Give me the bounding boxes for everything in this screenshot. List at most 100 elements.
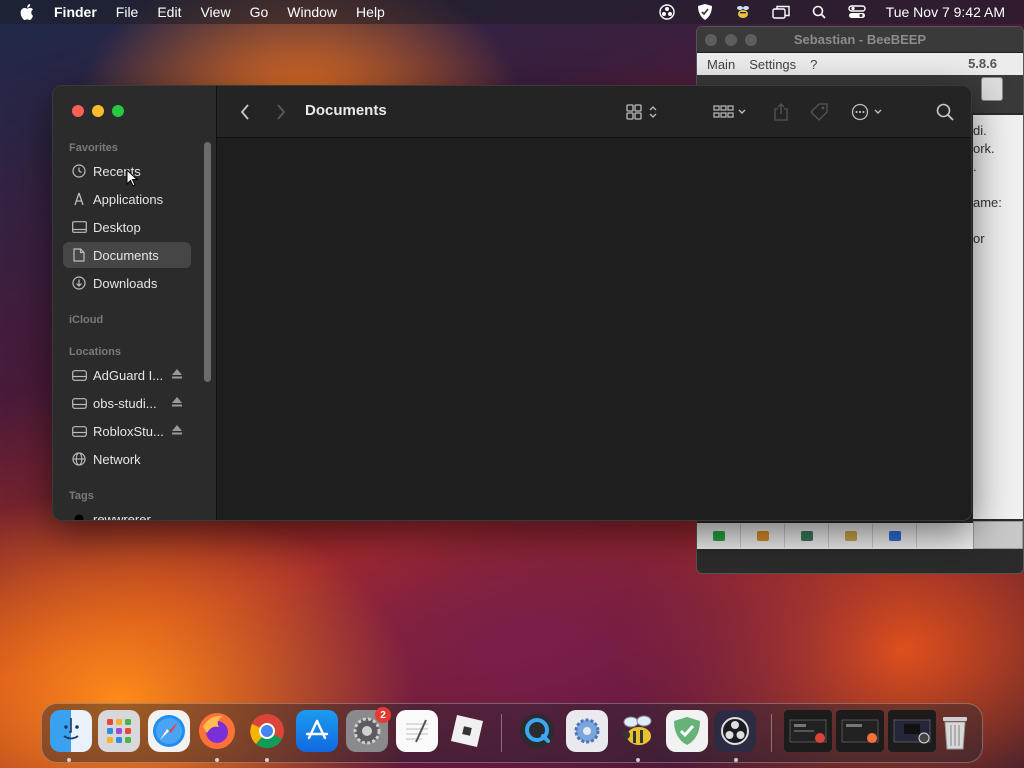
sidebar-item-downloads[interactable]: Downloads: [63, 270, 191, 296]
safari-icon[interactable]: [148, 710, 190, 752]
control-center-icon[interactable]: [847, 3, 866, 21]
obs-icon[interactable]: [658, 3, 676, 21]
menu-edit[interactable]: Edit: [157, 4, 181, 20]
beebeep-chat-line: di.: [973, 123, 987, 138]
tag-dot-icon: [71, 511, 87, 520]
beebeep-groups-tab[interactable]: [785, 524, 829, 548]
sidebar-item-label: Downloads: [93, 275, 158, 291]
sidebar-item-roblox-volume[interactable]: RobloxStu...: [63, 418, 191, 444]
group-by-icon[interactable]: [711, 102, 751, 122]
beebeep-menu-settings[interactable]: Settings: [749, 57, 796, 72]
sidebar-item-tag[interactable]: rewwrerer: [63, 506, 191, 521]
beebeep-chat-line: or: [973, 231, 985, 246]
more-actions-icon[interactable]: [849, 102, 889, 122]
sidebar-item-label: Network: [93, 451, 141, 467]
tag-icon[interactable]: [807, 102, 831, 122]
sidebar-item-applications[interactable]: Applications: [63, 186, 191, 212]
mouse-cursor-icon: [126, 169, 138, 187]
download-icon: [71, 275, 87, 291]
sidebar-item-label: obs-studi...: [93, 395, 157, 411]
beebeep-files-tab[interactable]: [873, 524, 917, 548]
beebeep-clear-icon[interactable]: [981, 77, 1003, 101]
sidebar-item-desktop[interactable]: Desktop: [63, 214, 191, 240]
drive-icon: [71, 423, 87, 439]
trash-icon[interactable]: [934, 710, 976, 752]
finder-toolbar: Documents: [217, 86, 971, 138]
dock: 2: [41, 703, 983, 763]
finder-window[interactable]: Favorites Recents Applications Desktop D…: [52, 85, 972, 521]
dock-separator: [771, 714, 772, 752]
sidebar-item-network[interactable]: Network: [63, 446, 191, 472]
beebeep-titlebar[interactable]: Sebastian - BeeBEEP: [697, 27, 1023, 53]
beebeep-message-input[interactable]: [973, 521, 1023, 549]
minimized-window-1[interactable]: [784, 710, 832, 752]
menu-window[interactable]: Window: [287, 4, 337, 20]
zoom-button[interactable]: [112, 105, 124, 117]
minimized-window-2[interactable]: [836, 710, 884, 752]
search-icon[interactable]: [933, 102, 957, 122]
chrome-icon[interactable]: [246, 710, 288, 752]
view-mode-icon[interactable]: [623, 102, 663, 122]
system-settings-icon[interactable]: 2: [346, 707, 391, 752]
sidebar-header-icloud[interactable]: iCloud: [69, 314, 103, 326]
roblox-icon[interactable]: [446, 710, 488, 752]
beebeep-chat-line: [973, 213, 1023, 231]
window-controls: [72, 105, 132, 117]
beebeep-chat-line: .: [973, 159, 977, 174]
menu-view[interactable]: View: [200, 4, 230, 20]
launchpad-icon[interactable]: [98, 710, 140, 752]
minimized-window-3[interactable]: [888, 710, 936, 752]
beebeep-title: Sebastian - BeeBEEP: [793, 32, 927, 47]
running-indicator: [265, 758, 269, 762]
screen-mirroring-icon[interactable]: [771, 3, 790, 21]
forward-icon[interactable]: [271, 102, 291, 122]
preferences-icon[interactable]: [566, 710, 608, 752]
eject-icon[interactable]: [171, 396, 183, 408]
obs-app-icon[interactable]: [714, 710, 756, 752]
beebeep-users-tab[interactable]: [741, 524, 785, 548]
beebeep-network-tab[interactable]: [829, 524, 873, 548]
quicktime-icon[interactable]: [516, 710, 558, 752]
running-indicator: [67, 758, 71, 762]
adguard-icon[interactable]: [696, 3, 714, 21]
eject-icon[interactable]: [171, 424, 183, 436]
search-icon[interactable]: [810, 3, 828, 21]
close-button[interactable]: [72, 105, 84, 117]
share-icon[interactable]: [769, 102, 793, 122]
adguard-app-icon[interactable]: [666, 710, 708, 752]
menu-file[interactable]: File: [116, 4, 139, 20]
textedit-icon[interactable]: [396, 710, 438, 752]
beebeep-bottom-bar: [697, 523, 973, 549]
notification-badge: 2: [375, 707, 391, 723]
finder-icon[interactable]: [50, 710, 92, 752]
menu-go[interactable]: Go: [250, 4, 269, 20]
sidebar-scrollbar[interactable]: [204, 142, 211, 382]
eject-icon[interactable]: [171, 368, 183, 380]
sidebar-item-documents[interactable]: Documents: [63, 242, 191, 268]
sidebar-item-adguard-volume[interactable]: AdGuard I...: [63, 362, 191, 388]
back-icon[interactable]: [235, 102, 255, 122]
menu-app-name[interactable]: Finder: [54, 4, 97, 20]
finder-content-area[interactable]: Documents: [217, 86, 971, 520]
beebeep-icon[interactable]: [734, 3, 752, 21]
menu-help[interactable]: Help: [356, 4, 385, 20]
menu-clock[interactable]: Tue Nov 7 9:42 AM: [886, 4, 1005, 20]
beebeep-menu-main[interactable]: Main: [707, 57, 735, 72]
beebeep-app-icon[interactable]: [616, 710, 658, 752]
menu-bar: Finder File Edit View Go Window Help Tue…: [0, 0, 1024, 24]
running-indicator: [734, 758, 738, 762]
sidebar-header-tags: Tags: [69, 490, 94, 502]
applications-icon: [71, 191, 87, 207]
sidebar-item-label: Applications: [93, 191, 164, 207]
clock-icon: [71, 163, 87, 179]
beebeep-chat-tab[interactable]: [697, 524, 741, 548]
sidebar-item-label: rewwrerer: [93, 511, 151, 521]
document-icon: [71, 247, 87, 263]
firefox-icon[interactable]: [196, 710, 238, 752]
apple-menu-icon[interactable]: [18, 3, 36, 21]
app-store-icon[interactable]: [296, 710, 338, 752]
minimize-button[interactable]: [92, 105, 104, 117]
sidebar-item-obs-volume[interactable]: obs-studi...: [63, 390, 191, 416]
beebeep-chat-line: ame:: [973, 195, 1002, 210]
beebeep-menu-help[interactable]: ?: [810, 57, 817, 72]
